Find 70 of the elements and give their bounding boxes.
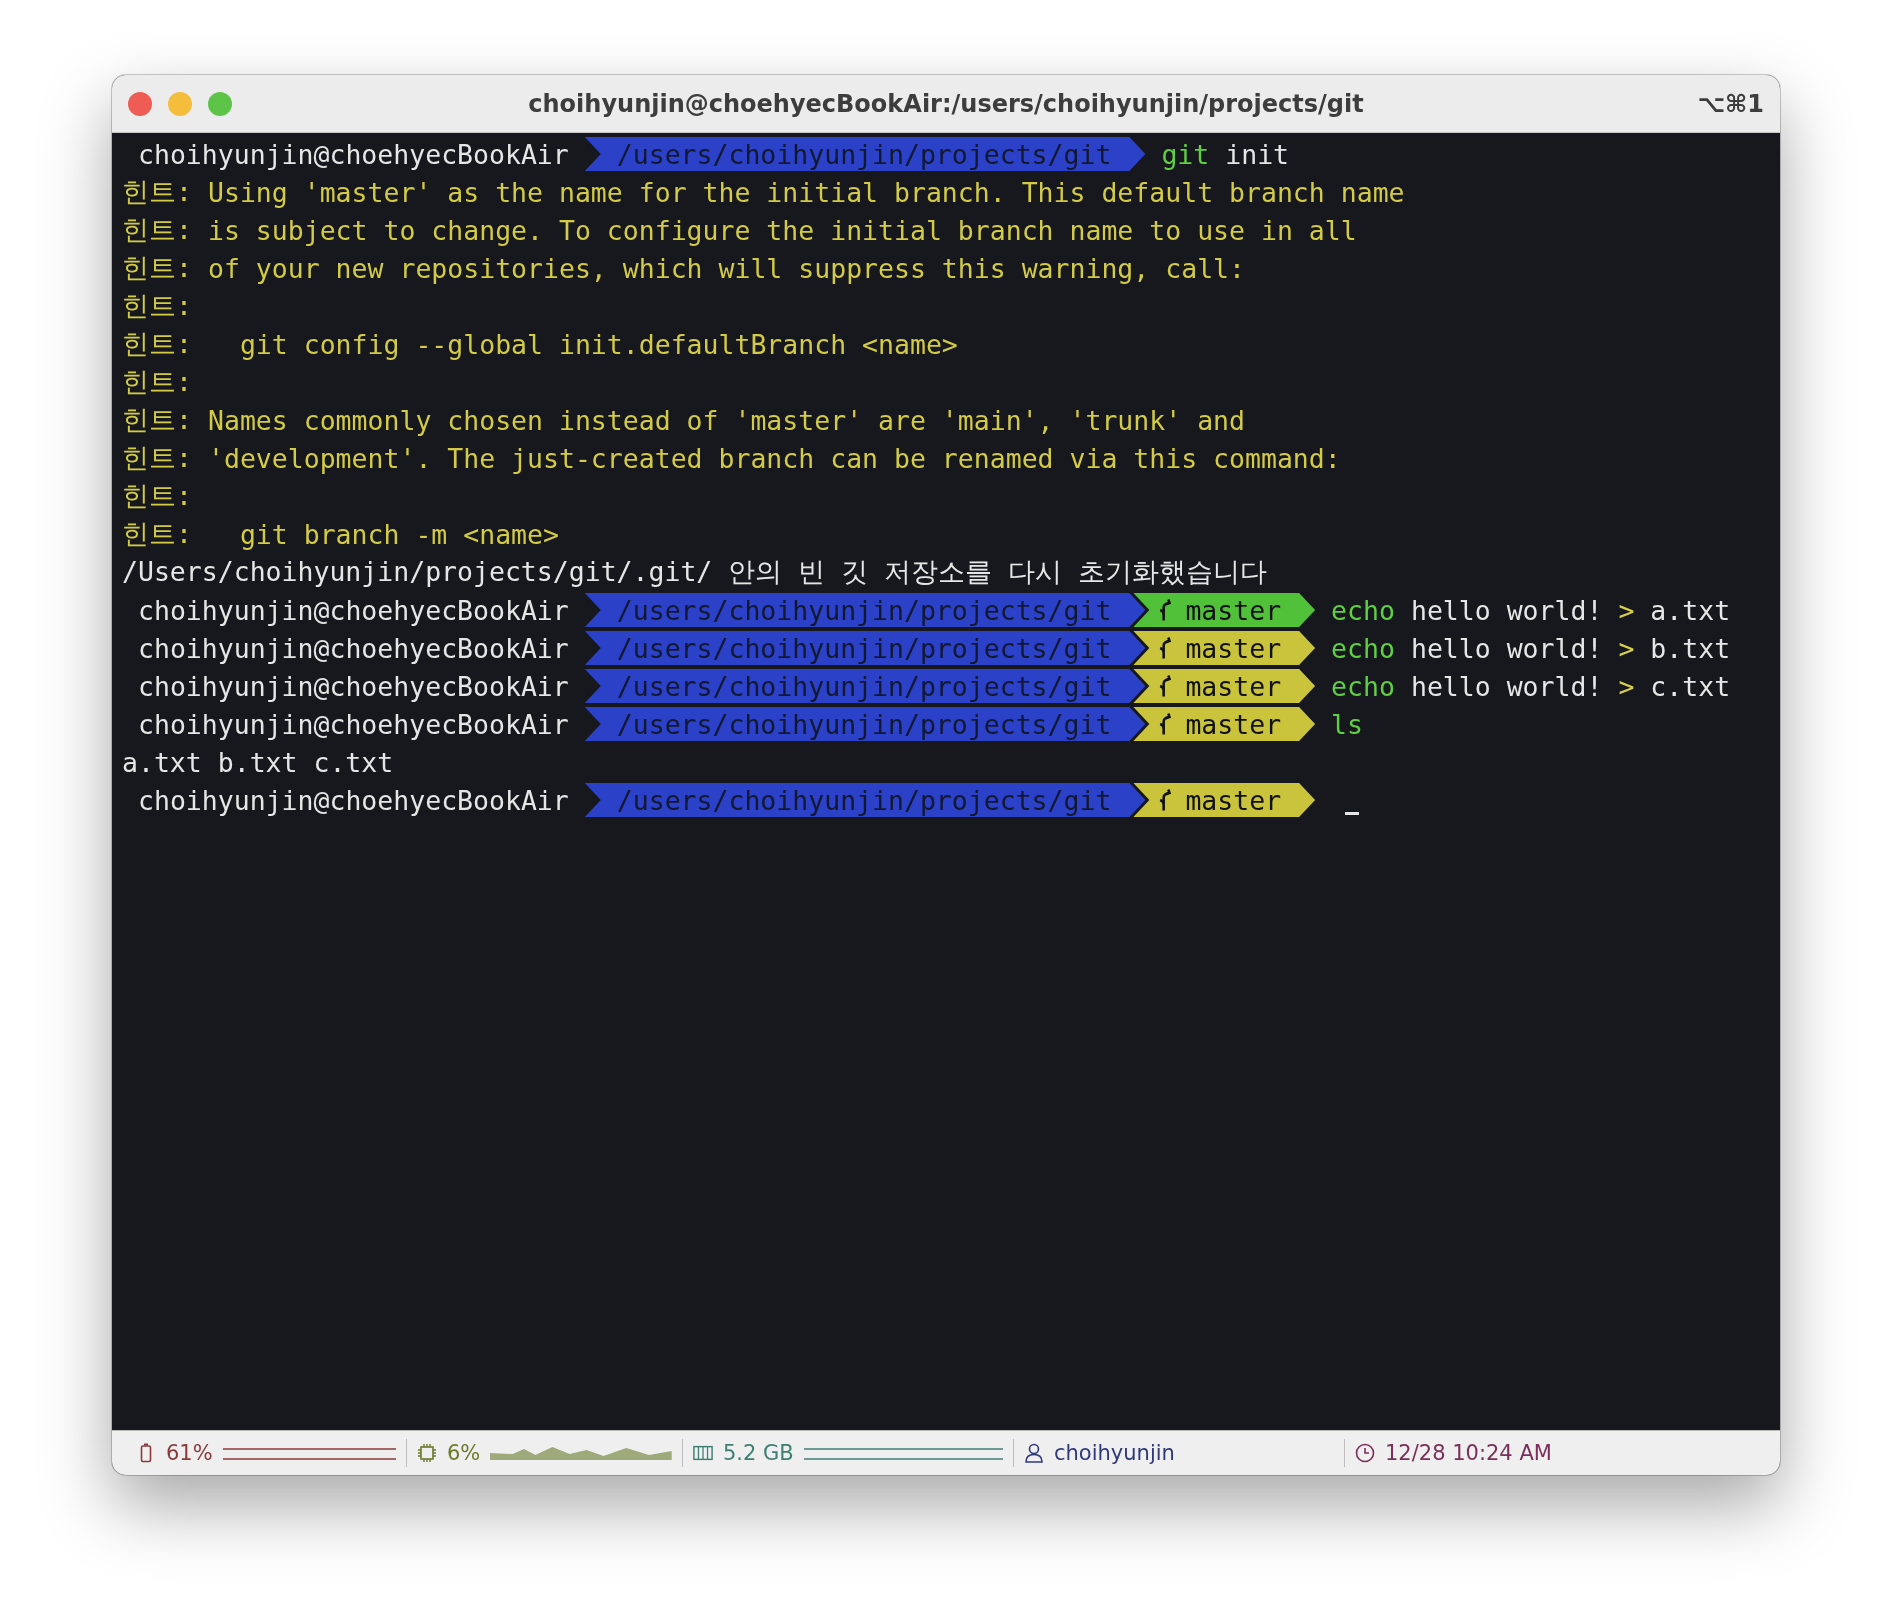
hint-label: 힌트: [122,365,192,399]
status-value: 61% [166,1441,213,1465]
hint-label: 힌트: [122,441,192,475]
prompt-user: choihyunjin@choehyecBookAir [137,593,570,627]
close-button[interactable] [128,91,152,116]
status-value: 6% [447,1441,481,1465]
branch-icon [1159,712,1174,736]
branch-icon [1159,598,1174,622]
chip-icon [417,1443,437,1463]
command-argument: init [1225,138,1290,170]
prompt-git-branch: master [1133,669,1316,703]
prompt-path: /users/choihyunjin/projects/git [584,707,1146,741]
minimize-button[interactable] [168,91,192,116]
command-name: ls [1331,708,1364,740]
command-name: git [1161,138,1210,170]
shortcut-label: ⌥⌘1 [1697,89,1765,118]
hint-text: is subject to change. To configure the initial branch name to use in all [207,214,1357,246]
redirect-operator: > [1618,670,1635,702]
hint-text: of your new repositories, which will suppress this warning, call: [207,252,1245,284]
prompt-user: choihyunjin@choehyecBookAir [137,631,570,665]
hint-label: 힌트: [122,479,192,513]
hint-label: 힌트: [122,327,192,361]
command-name: echo [1331,632,1395,664]
user-icon [1024,1443,1044,1463]
prompt-git-branch: master [1133,707,1316,741]
prompt-path: /users/choihyunjin/projects/git [584,783,1146,817]
redirect-operator: > [1618,594,1635,626]
hint-text: 'development'. The just-created branch can be renamed via this command: [207,442,1341,474]
status-value: 12/28 10:24 AM [1385,1441,1552,1465]
zoom-button[interactable] [208,91,232,116]
command-argument: hello world! [1410,632,1603,664]
prompt-user: choihyunjin@choehyecBookAir [137,137,570,171]
hint-text: git branch -m <name> [238,518,559,550]
prompt-user: choihyunjin@choehyecBookAir [137,707,570,741]
prompt-git-branch: master [1133,783,1316,817]
redirect-operator: > [1618,632,1635,664]
status-value: 5.2 GB [723,1441,794,1465]
prompt-user: choihyunjin@choehyecBookAir [137,669,570,703]
command-argument: b.txt [1650,632,1731,664]
hint-label: 힌트: [122,289,192,323]
hint-label: 힌트: [122,517,192,551]
window-title: choihyunjin@choehyecBookAir:/users/choihyunjin/projects/git [528,89,1364,118]
output-text: /Users/choihyunjin/projects/git/.git/ 안의 빈 깃 저장소를 다시 초기화했습니다 [122,555,1268,589]
hint-label: 힌트: [122,213,192,247]
hint-label: 힌트: [122,175,192,209]
branch-icon [1159,788,1174,812]
prompt-path: /users/choihyunjin/projects/git [584,669,1146,703]
output-text: a.txt b.txt c.txt [122,746,394,778]
command-argument: a.txt [1650,594,1731,626]
hint-text: Names commonly chosen instead of 'master' are 'main', 'trunk' and [207,404,1245,436]
command-name: echo [1331,594,1395,626]
prompt-user: choihyunjin@choehyecBookAir [137,783,570,817]
prompt-path: /users/choihyunjin/projects/git [584,593,1146,627]
hint-label: 힌트: [122,403,192,437]
branch-icon [1159,674,1174,698]
command-argument: hello world! [1410,594,1603,626]
prompt-path: /users/choihyunjin/projects/git [584,137,1146,171]
hint-text: Using 'master' as the name for the initial branch. This default branch name [207,176,1405,208]
status-value: choihyunjin [1054,1441,1175,1465]
command-name: echo [1331,670,1395,702]
clock-icon [1355,1443,1375,1463]
prompt-git-branch: master [1133,631,1316,665]
prompt-git-branch: master [1133,593,1316,627]
command-argument: hello world! [1410,670,1603,702]
branch-icon [1159,636,1174,660]
memory-icon [693,1443,713,1463]
prompt-path: /users/choihyunjin/projects/git [584,631,1146,665]
hint-label: 힌트: [122,251,192,285]
command-argument: c.txt [1650,670,1731,702]
hint-text: git config --global init.defaultBranch <name> [238,328,958,360]
